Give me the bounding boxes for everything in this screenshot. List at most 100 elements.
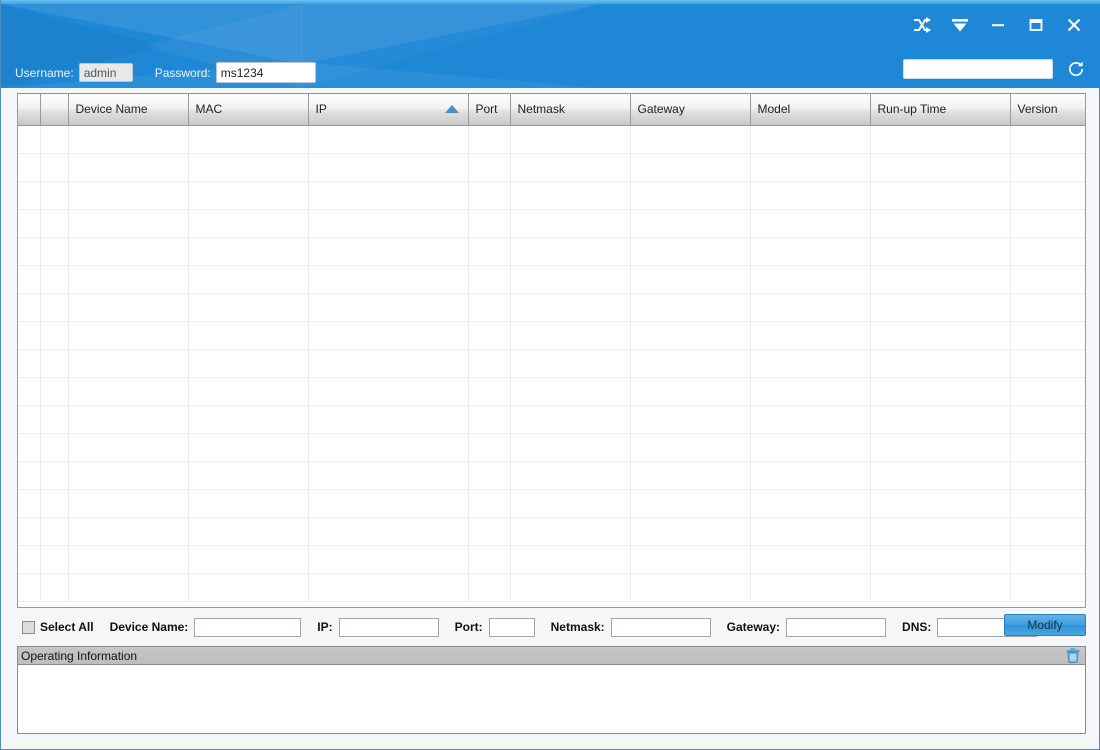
column-header-mac[interactable]: MAC xyxy=(188,94,309,126)
column-header-model[interactable]: Model xyxy=(750,94,871,126)
table-cell-version xyxy=(1010,377,1085,406)
table-row[interactable] xyxy=(18,181,1085,210)
port-input[interactable] xyxy=(488,617,535,637)
title-bar-facet-top xyxy=(1,4,601,64)
table-cell-port xyxy=(468,265,511,294)
shuffle-icon[interactable] xyxy=(911,14,933,36)
device-name-input[interactable] xyxy=(194,617,302,637)
table-cell-model xyxy=(750,545,871,574)
table-cell-runup_time xyxy=(870,265,1011,294)
column-header-runup_time[interactable]: Run-up Time xyxy=(870,94,1011,126)
table-row[interactable] xyxy=(18,265,1085,294)
password-input[interactable] xyxy=(215,62,316,83)
column-header-label: Version xyxy=(1017,102,1058,117)
maximize-icon[interactable] xyxy=(1025,14,1047,36)
table-cell-ip xyxy=(308,125,469,154)
table-cell-version xyxy=(1010,321,1085,350)
table-cell-version xyxy=(1010,153,1085,182)
select-all-checkbox[interactable]: Select All xyxy=(22,620,94,634)
table-row[interactable] xyxy=(18,517,1085,546)
modify-button[interactable]: Modify xyxy=(1004,614,1086,636)
table-cell-ip xyxy=(308,573,469,602)
table-cell-netmask xyxy=(510,489,631,518)
table-cell-runup_time xyxy=(870,125,1011,154)
trash-icon[interactable] xyxy=(1065,648,1081,664)
table-cell-mac xyxy=(188,573,309,602)
close-icon[interactable] xyxy=(1063,14,1085,36)
table-cell-check xyxy=(18,181,41,210)
operating-information-log[interactable] xyxy=(18,665,1085,732)
operating-information-header: Operating Information xyxy=(18,647,1085,665)
operating-information-panel: Operating Information xyxy=(17,646,1086,734)
search-input[interactable] xyxy=(903,59,1053,79)
table-cell-runup_time xyxy=(870,293,1011,322)
table-row[interactable] xyxy=(18,153,1085,182)
table-cell-version xyxy=(1010,209,1085,238)
filter-icon[interactable] xyxy=(949,14,971,36)
table-row[interactable] xyxy=(18,377,1085,406)
table-cell-version xyxy=(1010,265,1085,294)
table-row[interactable] xyxy=(18,545,1085,574)
netmask-input[interactable] xyxy=(610,617,711,637)
table-cell-ip xyxy=(308,153,469,182)
table-cell-index xyxy=(40,461,69,490)
table-row[interactable] xyxy=(18,321,1085,350)
table-row[interactable] xyxy=(18,349,1085,378)
table-cell-port xyxy=(468,573,511,602)
table-cell-index xyxy=(40,153,69,182)
table-cell-gateway xyxy=(630,237,751,266)
table-cell-netmask xyxy=(510,545,631,574)
column-header-label: MAC xyxy=(195,102,223,117)
gateway-input[interactable] xyxy=(786,617,887,637)
table-cell-mac xyxy=(188,545,309,574)
table-cell-mac xyxy=(188,461,309,490)
table-cell-mac xyxy=(188,433,309,462)
table-cell-version xyxy=(1010,461,1085,490)
table-cell-check xyxy=(18,433,41,462)
column-header-netmask[interactable]: Netmask xyxy=(510,94,631,126)
table-cell-ip xyxy=(308,349,469,378)
refresh-icon[interactable] xyxy=(1065,58,1087,80)
table-cell-netmask xyxy=(510,517,631,546)
table-cell-check xyxy=(18,349,41,378)
column-header-gateway[interactable]: Gateway xyxy=(630,94,751,126)
table-cell-netmask xyxy=(510,265,631,294)
table-cell-model xyxy=(750,293,871,322)
table-cell-index xyxy=(40,433,69,462)
select-all-label: Select All xyxy=(40,620,94,634)
device-table[interactable]: Device Name MAC IP Port Netmask Gateway Model R… xyxy=(17,93,1086,608)
ip-input[interactable] xyxy=(338,617,439,637)
table-row[interactable] xyxy=(18,237,1085,266)
table-cell-mac xyxy=(188,377,309,406)
table-row[interactable] xyxy=(18,461,1085,490)
column-header-ip[interactable]: IP xyxy=(308,94,469,126)
column-header-index[interactable] xyxy=(40,94,69,126)
column-header-device_name[interactable]: Device Name xyxy=(68,94,189,126)
table-cell-index xyxy=(40,517,69,546)
table-row[interactable] xyxy=(18,573,1085,602)
table-cell-mac xyxy=(188,489,309,518)
table-row[interactable] xyxy=(18,405,1085,434)
table-cell-mac xyxy=(188,181,309,210)
minimize-icon[interactable] xyxy=(987,14,1009,36)
table-row[interactable] xyxy=(18,293,1085,322)
table-cell-netmask xyxy=(510,461,631,490)
table-row[interactable] xyxy=(18,125,1085,154)
table-cell-port xyxy=(468,433,511,462)
table-row[interactable] xyxy=(18,489,1085,518)
table-cell-port xyxy=(468,461,511,490)
table-row[interactable] xyxy=(18,433,1085,462)
column-header-port[interactable]: Port xyxy=(468,94,511,126)
table-cell-version xyxy=(1010,489,1085,518)
table-cell-netmask xyxy=(510,349,631,378)
table-cell-version xyxy=(1010,349,1085,378)
table-cell-mac xyxy=(188,153,309,182)
table-row[interactable] xyxy=(18,209,1085,238)
column-header-check[interactable] xyxy=(18,94,41,126)
column-header-version[interactable]: Version xyxy=(1010,94,1085,126)
table-cell-runup_time xyxy=(870,517,1011,546)
username-input[interactable] xyxy=(78,63,133,82)
device-name-label: Device Name: xyxy=(109,620,189,634)
table-cell-ip xyxy=(308,517,469,546)
table-cell-check xyxy=(18,209,41,238)
